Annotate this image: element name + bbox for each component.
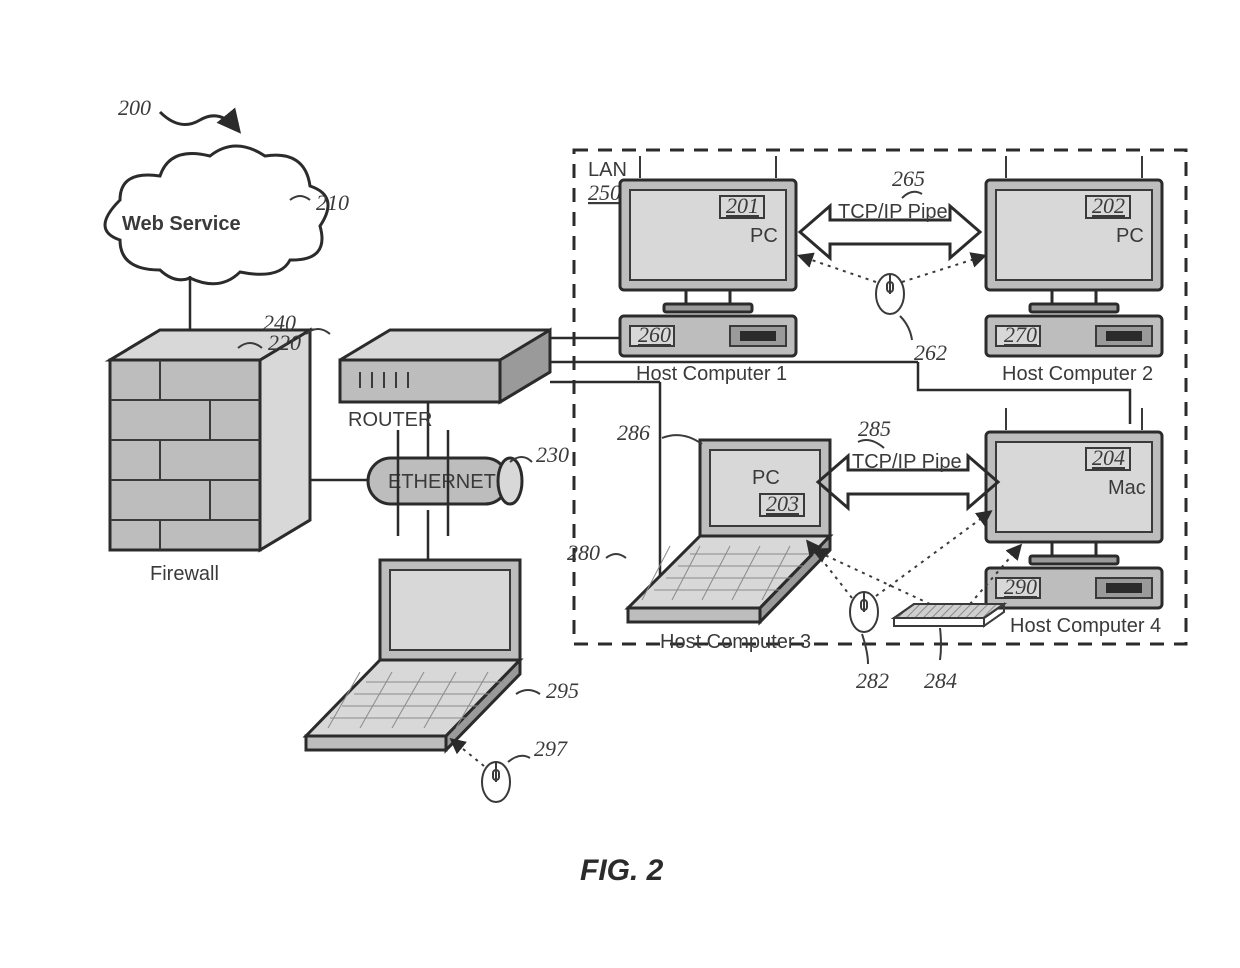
- host2-os: PC: [1116, 225, 1144, 247]
- mouse-ext-icon: [482, 762, 510, 802]
- ref-250: 250: [588, 180, 621, 205]
- ref-282: 282: [856, 668, 889, 693]
- firewall-label: Firewall: [150, 563, 219, 585]
- ref-265: 265: [892, 166, 925, 191]
- ref-210: 210: [316, 190, 349, 215]
- figure-number-arrow: [160, 112, 238, 130]
- ref-290: 290: [1004, 574, 1037, 599]
- external-laptop-icon: [306, 560, 520, 750]
- lan-label: LAN: [588, 159, 627, 181]
- host4-label: Host Computer 4: [1010, 615, 1161, 637]
- ref-262: 262: [914, 340, 947, 365]
- ref-295: 295: [546, 678, 579, 703]
- network-diagram: 200 Web Service 210 220 Firewall ETHERNE…: [0, 0, 1240, 968]
- host1-label: Host Computer 1: [636, 363, 787, 385]
- host-3-laptop-icon: PC 203: [628, 440, 830, 622]
- ref-284: 284: [924, 668, 957, 693]
- pipe-bottom-label: TCP/IP Pipe: [852, 451, 962, 473]
- ref-280: 280: [567, 540, 600, 565]
- mouse-bottom-icon: [850, 592, 878, 632]
- host3-os: PC: [752, 467, 780, 489]
- keyboard-icon: [894, 604, 1004, 626]
- web-service-label: Web Service: [122, 213, 241, 235]
- ethernet-label: ETHERNET: [388, 471, 496, 493]
- ref-285: 285: [858, 416, 891, 441]
- ref-202: 202: [1092, 193, 1125, 218]
- ref-297: 297: [534, 736, 568, 761]
- ref-204: 204: [1092, 445, 1125, 470]
- host-1: 201 PC: [620, 156, 796, 312]
- ref-240: 240: [263, 310, 296, 335]
- host3-label: Host Computer 3: [660, 631, 811, 653]
- host1-os: PC: [750, 225, 778, 247]
- host2-label: Host Computer 2: [1002, 363, 1153, 385]
- ref-260: 260: [638, 322, 671, 347]
- host4-os: Mac: [1108, 477, 1146, 499]
- router-icon: [340, 330, 550, 402]
- ethernet-icon: ETHERNET: [368, 458, 522, 504]
- pipe-top-label: TCP/IP Pipe: [838, 201, 948, 223]
- ref-201: 201: [726, 193, 759, 218]
- web-service-cloud-icon: Web Service: [105, 146, 328, 284]
- ref-203: 203: [766, 491, 799, 516]
- ref-230: 230: [536, 442, 569, 467]
- figure-caption: FIG. 2: [580, 854, 664, 887]
- mouse-top-icon: [876, 274, 904, 314]
- host-4: 204 Mac: [986, 408, 1162, 564]
- firewall-icon: [110, 330, 310, 550]
- ref-286: 286: [617, 420, 650, 445]
- host-2: 202 PC: [986, 156, 1162, 312]
- router-label: ROUTER: [348, 409, 432, 431]
- ref-270: 270: [1004, 322, 1037, 347]
- figure-number: 200: [118, 95, 151, 120]
